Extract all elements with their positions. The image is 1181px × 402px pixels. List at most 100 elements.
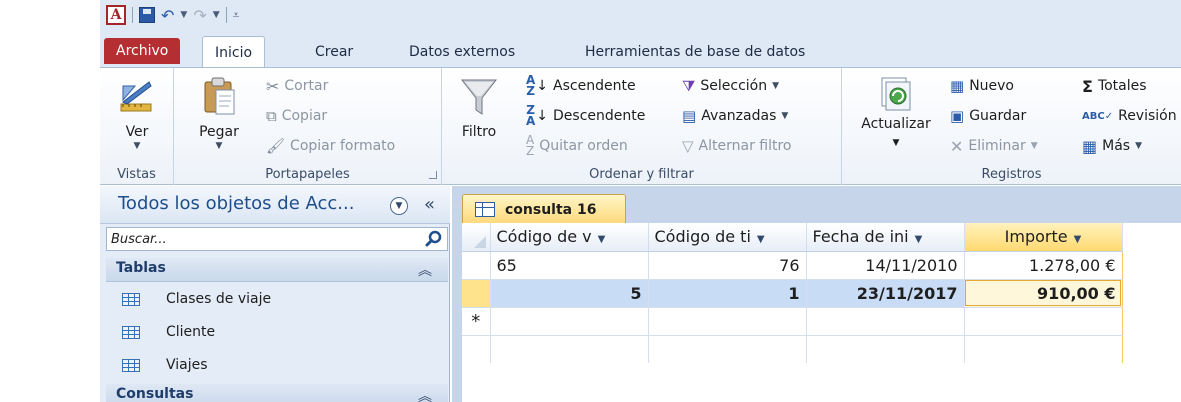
- copiar-button[interactable]: ⧉ Copiar: [266, 102, 327, 130]
- group-label-registros: Registros: [981, 167, 1042, 182]
- nav-pane-header[interactable]: Todos los objetos de Acc... ▼ «: [100, 186, 450, 224]
- new-record-marker[interactable]: *: [462, 307, 491, 336]
- table-cell[interactable]: 14/11/2010: [806, 251, 965, 280]
- chevron-down-icon: ▼: [781, 111, 789, 121]
- spelling-icon: ABC✓: [1082, 110, 1114, 122]
- table-cell[interactable]: 65: [490, 251, 649, 280]
- table-cell[interactable]: 1: [648, 279, 807, 308]
- tab-crear[interactable]: Crear: [303, 36, 365, 68]
- mas-label: Más: [1102, 138, 1131, 154]
- table-cell[interactable]: 5: [490, 279, 649, 308]
- sort-ascending-icon: AZ: [526, 73, 536, 98]
- column-header-codigo-ti[interactable]: Código de ti ▼: [648, 223, 807, 252]
- arrow-down-icon: ↓: [536, 108, 549, 124]
- chevron-down-icon[interactable]: ▼: [598, 234, 606, 245]
- table-cell[interactable]: [648, 307, 807, 336]
- nav-search-box: [106, 227, 448, 251]
- undo-dropdown-icon[interactable]: ▼: [180, 10, 187, 20]
- cortar-button[interactable]: ✂ Cortar: [266, 72, 328, 100]
- eliminar-button[interactable]: ✕ Eliminar ▼: [950, 132, 1038, 160]
- guardar-button[interactable]: ▣ Guardar: [950, 102, 1026, 130]
- table-cell[interactable]: [806, 307, 965, 336]
- revision-button[interactable]: ABC✓ Revisión: [1082, 102, 1177, 130]
- undo-icon[interactable]: ↶: [161, 6, 174, 25]
- avanzadas-button[interactable]: ▤ Avanzadas ▼: [682, 102, 788, 130]
- table-icon: [122, 292, 140, 306]
- row-selector[interactable]: [462, 279, 491, 308]
- dialog-launcher-icon[interactable]: [429, 171, 437, 179]
- new-record-icon: ▦: [950, 77, 965, 95]
- clear-sort-icon: AZ: [526, 133, 535, 158]
- arrow-down-icon: ↓: [536, 78, 549, 94]
- copiar-formato-button[interactable]: 🖌 Copiar formato: [266, 132, 395, 160]
- row-selector[interactable]: [462, 251, 491, 280]
- chevron-down-icon: ▼: [1135, 141, 1142, 151]
- save-icon[interactable]: [139, 7, 155, 23]
- column-header-label: Código de ti: [654, 227, 751, 247]
- search-input[interactable]: [107, 228, 417, 250]
- nav-section-consultas[interactable]: Consultas ︽: [106, 384, 448, 402]
- more-icon: ▦: [1082, 136, 1098, 156]
- view-icon: [120, 81, 152, 112]
- section-title: Tablas: [116, 260, 166, 276]
- chevron-down-icon[interactable]: ▼: [390, 197, 408, 215]
- quitar-orden-button[interactable]: AZ Quitar orden: [526, 132, 628, 160]
- group-registros: Actualizar ▼ ▦ Nuevo ▣ Guardar ✕ Elimina…: [842, 68, 1181, 185]
- chevron-down-icon[interactable]: ▼: [757, 234, 765, 245]
- table-cell[interactable]: 76: [648, 251, 807, 280]
- table-cell[interactable]: 23/11/2017: [806, 279, 965, 308]
- alternar-filtro-button[interactable]: ▽ Alternar filtro: [682, 132, 792, 160]
- select-all-corner[interactable]: [462, 223, 491, 252]
- column-header-codigo-v[interactable]: Código de v ▼: [490, 223, 649, 252]
- tab-consulta-16[interactable]: consulta 16: [462, 194, 626, 224]
- nav-item-viajes[interactable]: Viajes: [106, 349, 448, 381]
- tab-archivo[interactable]: Archivo: [104, 38, 181, 64]
- chevron-down-icon[interactable]: ▼: [915, 234, 923, 245]
- actualizar-todo-button[interactable]: Actualizar ▼: [848, 74, 944, 152]
- active-cell-importe[interactable]: 910,00 €: [963, 279, 1123, 308]
- document-tab-label: consulta 16: [505, 201, 597, 218]
- seleccion-label: Selección: [700, 78, 768, 94]
- column-header-label: Código de v: [496, 227, 592, 247]
- table-cell[interactable]: 1.278,00 €: [963, 251, 1123, 280]
- chevron-up-icon: ︽: [418, 263, 432, 279]
- access-app-icon[interactable]: A: [106, 5, 126, 25]
- copiar-formato-label: Copiar formato: [290, 138, 396, 154]
- tab-datos-externos[interactable]: Datos externos: [397, 36, 527, 68]
- column-header-importe[interactable]: Importe ▼: [964, 223, 1123, 252]
- document-area: consulta 16 Código de v ▼ Código de ti ▼ F…: [452, 186, 1181, 402]
- table-icon: [122, 358, 140, 372]
- select-all-icon: [474, 235, 486, 248]
- pegar-button[interactable]: Pegar ▼: [192, 74, 246, 151]
- todo-label: ▼: [848, 133, 944, 152]
- totales-button[interactable]: Σ Totales: [1082, 72, 1147, 100]
- ver-button[interactable]: Ver ▼: [108, 74, 166, 151]
- nav-item-clases-de-viaje[interactable]: Clases de viaje: [106, 283, 448, 315]
- nav-section-tablas[interactable]: Tablas ︽: [106, 258, 448, 282]
- collapse-pane-icon[interactable]: «: [424, 194, 435, 215]
- table-cell[interactable]: [963, 307, 1123, 336]
- nuevo-button[interactable]: ▦ Nuevo: [950, 72, 1014, 100]
- pegar-label: Pegar: [199, 124, 239, 140]
- descendente-button[interactable]: ZA ↓ Descendente: [526, 102, 645, 130]
- new-record-row: *: [462, 307, 1123, 336]
- chevron-down-icon[interactable]: ▼: [1074, 234, 1082, 245]
- ver-label: Ver: [125, 124, 149, 140]
- tab-herramientas-base-datos[interactable]: Herramientas de base de datos: [573, 36, 817, 68]
- copiar-label: Copiar: [281, 108, 328, 124]
- redo-dropdown-icon[interactable]: ▼: [213, 10, 220, 20]
- customize-toolbar-icon[interactable]: ⩡: [233, 8, 240, 23]
- seleccion-button[interactable]: ⧩ Selección ▼: [682, 72, 779, 100]
- datasheet-table: Código de v ▼ Código de ti ▼ Fecha de ini ▼…: [462, 223, 1123, 363]
- nav-item-cliente[interactable]: Cliente: [106, 316, 448, 348]
- ascendente-button[interactable]: AZ ↓ Ascendente: [526, 72, 636, 100]
- redo-icon[interactable]: ↷: [193, 6, 206, 25]
- table-row: 65 76 14/11/2010 1.278,00 €: [462, 251, 1123, 280]
- column-header-fecha-ini[interactable]: Fecha de ini ▼: [806, 223, 965, 252]
- search-icon[interactable]: [424, 229, 444, 249]
- tab-inicio[interactable]: Inicio: [202, 36, 266, 68]
- filtro-button[interactable]: Filtro: [454, 76, 504, 141]
- chevron-up-icon: ︽: [418, 389, 432, 402]
- mas-button[interactable]: ▦ Más ▼: [1082, 132, 1142, 160]
- table-cell[interactable]: [490, 307, 649, 336]
